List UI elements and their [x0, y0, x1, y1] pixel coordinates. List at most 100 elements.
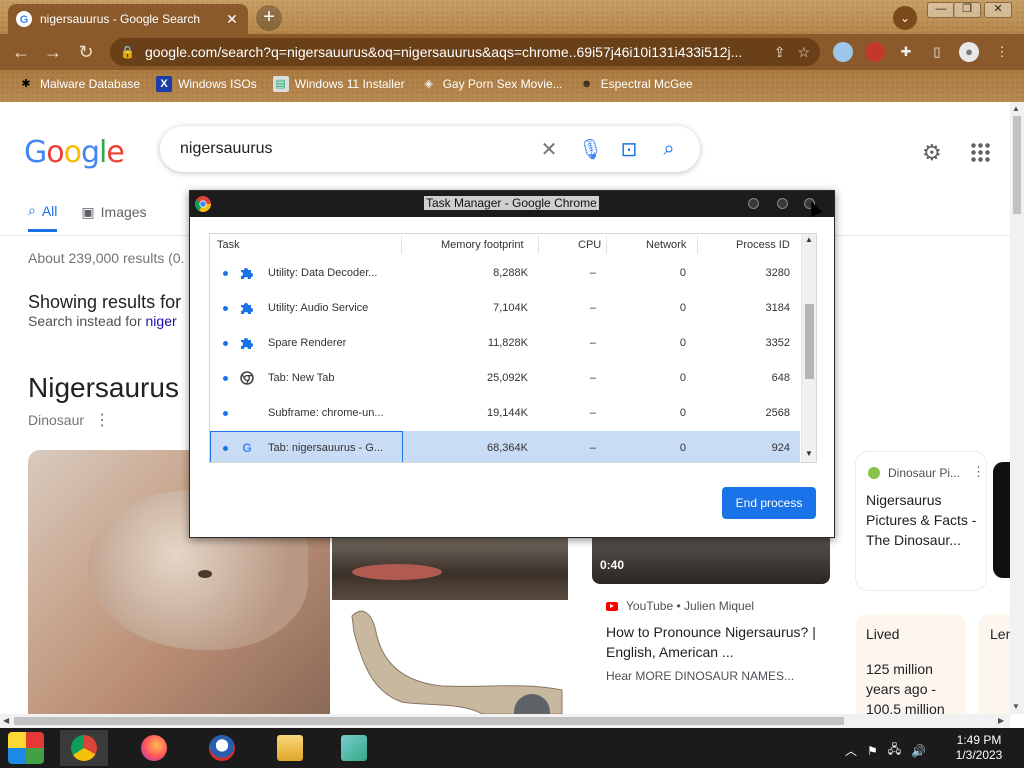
google-logo[interactable]: Google: [24, 135, 125, 170]
forward-icon[interactable]: →: [42, 42, 64, 64]
bookmark-espectral-mcgee[interactable]: ☻ Espectral McGee: [579, 76, 693, 92]
scroll-up-icon[interactable]: ▲: [1012, 104, 1020, 113]
scroll-down-icon[interactable]: ▼: [805, 449, 813, 458]
process-table-scrollbar[interactable]: ▲ ▼: [801, 234, 816, 462]
skull-image[interactable]: [332, 534, 568, 600]
network-tray-icon[interactable]: 🖧: [888, 740, 901, 761]
extension-avatar-icon[interactable]: [865, 42, 885, 62]
column-memory[interactable]: Memory footprint: [441, 239, 524, 251]
close-window-button[interactable]: ✕: [984, 2, 1012, 18]
tab-search-button[interactable]: ⌄: [893, 6, 917, 30]
tray-overflow-icon[interactable]: ︿: [845, 742, 857, 759]
new-tab-button[interactable]: +: [256, 5, 282, 31]
scroll-up-icon[interactable]: ▲: [805, 235, 813, 244]
bookmark-windows-isos[interactable]: X Windows ISOs: [156, 76, 257, 92]
browser-tab-google-search[interactable]: G nigersauurus - Google Search ✕: [8, 4, 248, 34]
maximize-button[interactable]: ❐: [953, 2, 981, 18]
page-vertical-scrollbar[interactable]: ▲ ▼: [1010, 102, 1024, 714]
search-instead-link[interactable]: niger: [146, 313, 177, 329]
task-manager-body: Task Memory footprint CPU Network Proces…: [190, 217, 834, 537]
sauropod-image[interactable]: [332, 602, 568, 714]
clear-icon[interactable]: ✕: [538, 137, 560, 162]
system-clock[interactable]: 1:49 PM 1/3/2023: [946, 733, 1012, 763]
flag-icon[interactable]: ⚑: [867, 744, 878, 758]
google-icon: G: [242, 441, 251, 455]
more-options-icon[interactable]: ⋮: [94, 410, 110, 430]
process-row[interactable]: Utility: Data Decoder... 8,288K – 0 3280: [210, 256, 800, 291]
process-memory: 19,144K: [487, 407, 528, 419]
bookmark-star-icon[interactable]: ☆: [797, 44, 810, 61]
scroll-left-icon[interactable]: ◀: [3, 716, 9, 725]
column-network[interactable]: Network: [646, 239, 686, 251]
process-row-selected[interactable]: G Tab: nigersauurus - G... 68,364K – 0 9…: [210, 431, 800, 462]
bullet-icon: [223, 446, 228, 451]
video-source[interactable]: YouTube • Julien Miquel: [606, 599, 754, 613]
side-card-thumbnail[interactable]: [993, 462, 1010, 578]
search-box[interactable]: nigersauurus ✕ 🎙 ⊡ ⌕: [160, 126, 700, 172]
process-row[interactable]: Tab: New Tab 25,092K – 0 648: [210, 361, 800, 396]
address-bar[interactable]: 🔒 google.com/search?q=nigersauurus&oq=ni…: [110, 38, 820, 66]
tab-close-icon[interactable]: ✕: [224, 11, 240, 28]
video-title[interactable]: How to Pronounce Nigersaurus? | English,…: [606, 622, 821, 662]
url-text[interactable]: google.com/search?q=nigersauurus&oq=nige…: [145, 44, 762, 60]
side-card-source-text: Dinosaur Pi...: [888, 466, 961, 480]
svg-text:G: G: [20, 14, 29, 26]
chrome-icon: [240, 371, 254, 385]
process-row[interactable]: Spare Renderer 11,828K – 0 3352: [210, 326, 800, 361]
chrome-menu-icon[interactable]: ⋮: [992, 42, 1012, 62]
minimize-button[interactable]: —: [927, 2, 955, 18]
column-cpu[interactable]: CPU: [578, 239, 601, 251]
extensions-puzzle-icon[interactable]: ✚: [896, 42, 916, 62]
taskbar-file-explorer[interactable]: [266, 730, 314, 766]
column-process-id[interactable]: Process ID: [736, 239, 790, 251]
search-icon[interactable]: ⌕: [658, 138, 680, 161]
taskbar-chrome[interactable]: [60, 730, 108, 766]
process-name: Spare Renderer: [268, 337, 347, 349]
scroll-thumb[interactable]: [14, 717, 844, 725]
video-thumbnail[interactable]: 0:40: [592, 534, 830, 584]
tab-images[interactable]: ▣ Images: [81, 202, 146, 232]
side-panel-icon[interactable]: ▯: [927, 42, 947, 62]
scroll-thumb[interactable]: [1013, 116, 1021, 214]
tm-maximize-button[interactable]: [777, 198, 788, 209]
taskbar-firefox[interactable]: [130, 730, 178, 766]
chrome-icon: [195, 196, 211, 212]
profile-icon[interactable]: ●: [959, 42, 979, 62]
settings-gear-icon[interactable]: ⚙: [922, 140, 942, 166]
scroll-down-icon[interactable]: ▼: [1012, 702, 1020, 711]
task-manager-titlebar[interactable]: Task Manager - Google Chrome: [190, 191, 834, 217]
taskbar-app[interactable]: [198, 730, 246, 766]
firefox-icon: [141, 735, 167, 761]
volume-icon[interactable]: 🔊: [911, 744, 926, 758]
side-card-more-icon[interactable]: ⋮: [972, 464, 985, 480]
bookmark-malware-database[interactable]: ✱ Malware Database: [18, 76, 140, 92]
taskbar-network-app[interactable]: [330, 730, 378, 766]
side-card-title[interactable]: Nigersaurus Pictures & Facts - The Dinos…: [866, 490, 984, 550]
camera-search-icon[interactable]: ⊡: [618, 137, 640, 162]
bookmark-windows-11-installer[interactable]: ▤ Windows 11 Installer: [272, 76, 405, 92]
back-icon[interactable]: ←: [10, 42, 32, 64]
process-row[interactable]: Utility: Audio Service 7,104K – 0 3184: [210, 291, 800, 326]
bookmark-site[interactable]: ◈ Gay Porn Sex Movie...: [421, 76, 562, 92]
process-memory: 68,364K: [487, 442, 528, 454]
microphone-icon[interactable]: 🎙: [578, 137, 603, 162]
scroll-thumb[interactable]: [805, 304, 814, 379]
process-network: 0: [679, 267, 686, 279]
column-task[interactable]: Task: [217, 239, 240, 251]
share-icon[interactable]: ⇪: [774, 44, 786, 61]
search-instead: Search instead for niger: [28, 313, 177, 329]
apps-grid-icon[interactable]: [970, 142, 990, 162]
tab-all[interactable]: ⌕ All: [28, 202, 58, 232]
video-duration: 0:40: [600, 558, 625, 572]
tm-minimize-button[interactable]: [748, 198, 759, 209]
process-row[interactable]: Subframe: chrome-un... 19,144K – 0 2568: [210, 396, 800, 431]
end-process-button[interactable]: End process: [722, 487, 816, 519]
page-horizontal-scrollbar[interactable]: ◀ ▶: [0, 714, 1010, 728]
scroll-right-icon[interactable]: ▶: [998, 716, 1004, 725]
reload-icon[interactable]: ↻: [75, 42, 97, 64]
extension-flag-icon[interactable]: [833, 42, 853, 62]
start-button[interactable]: [8, 732, 44, 764]
search-input[interactable]: nigersauurus: [180, 140, 520, 158]
video-source-text: YouTube • Julien Miquel: [626, 599, 755, 613]
bullet-icon: [223, 376, 228, 381]
